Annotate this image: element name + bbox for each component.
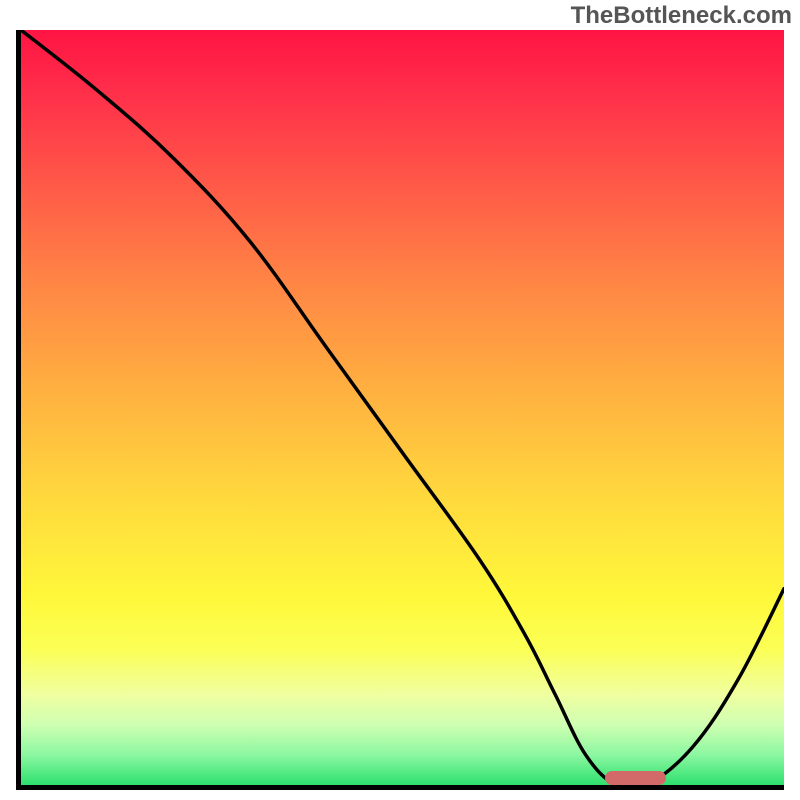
- bottleneck-marker: [605, 771, 666, 785]
- plot-area: [16, 30, 784, 790]
- bottleneck-curve: [21, 30, 784, 785]
- curve-svg: [21, 30, 784, 785]
- chart-container: TheBottleneck.com: [0, 0, 800, 800]
- watermark-text: TheBottleneck.com: [571, 2, 792, 30]
